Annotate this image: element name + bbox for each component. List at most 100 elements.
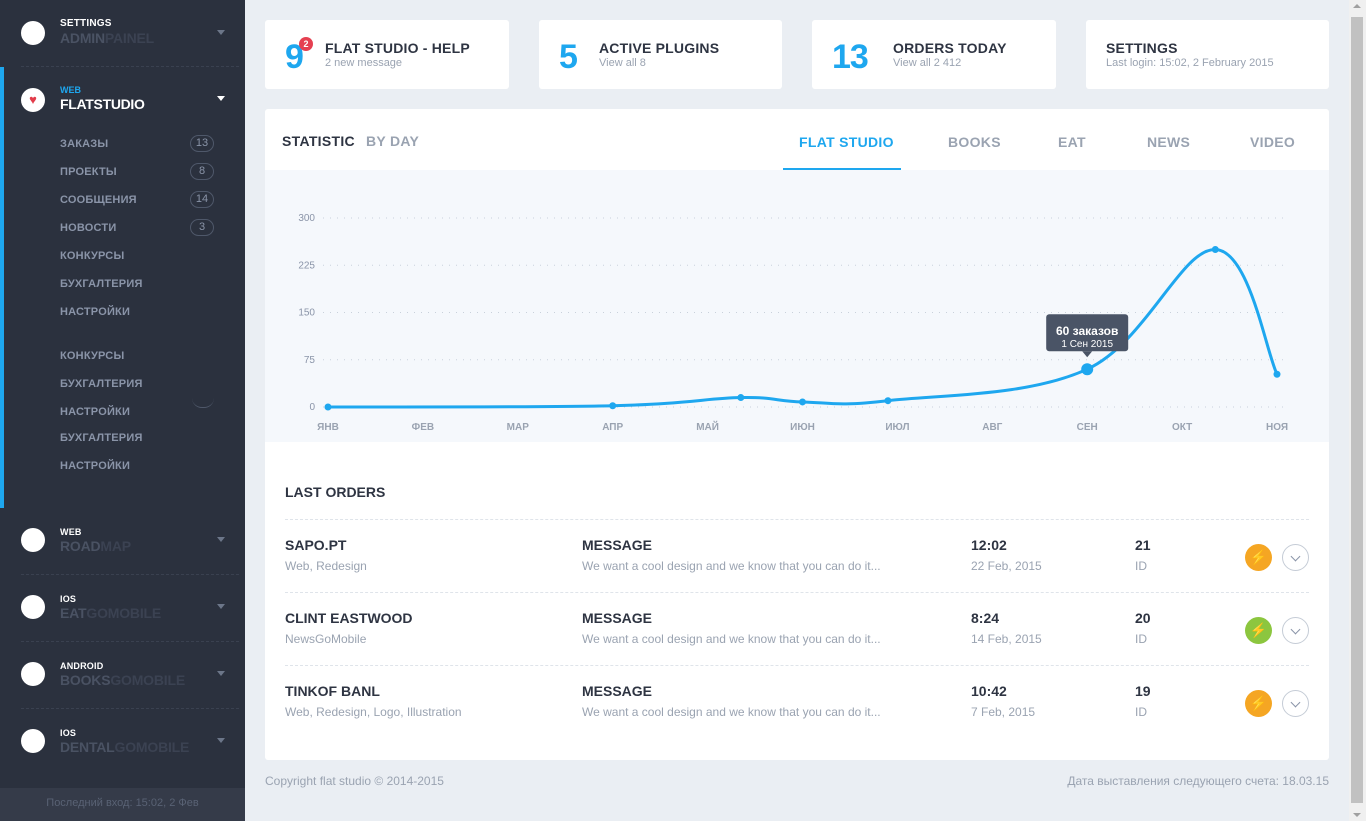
tab-flat-studio[interactable]: FLAT STUDIO [799, 134, 894, 150]
scroll-thumb[interactable] [1351, 17, 1363, 803]
order-id-label: ID [1135, 559, 1147, 573]
group-category: SETTINGS [60, 18, 112, 29]
divider [285, 592, 1309, 593]
data-point [609, 402, 617, 410]
data-point [799, 398, 806, 406]
chevron-down-icon[interactable] [1282, 617, 1309, 644]
lightning-icon[interactable]: ⚡ [1245, 544, 1272, 571]
sidebar-group-roadmap[interactable]: WEB ROADMAP [0, 508, 245, 575]
sidebar-item-accounting[interactable]: БУХГАЛТЕРИЯ [60, 278, 143, 290]
sidebar-item-accounting[interactable]: БУХГАЛТЕРИЯ [60, 378, 143, 390]
chevron-down-icon[interactable] [1282, 690, 1309, 717]
card-title: ACTIVE PLUGINS [599, 40, 720, 56]
sidebar-item-projects[interactable]: ПРОЕКТЫ [60, 166, 117, 178]
data-point [1211, 246, 1219, 253]
orders-today-card[interactable]: 13 ORDERS TODAY View all 2 412 [812, 20, 1056, 89]
highlighted-data-point [1081, 363, 1094, 376]
card-subtitle[interactable]: 2 new message [325, 57, 402, 69]
copyright: Copyright flat studio © 2014-2015 [265, 774, 444, 788]
plugins-card[interactable]: 5 ACTIVE PLUGINS View all 8 [539, 20, 782, 89]
tooltip-subtitle: 1 Сен 2015 [1061, 339, 1113, 350]
group-category: WEB [60, 527, 82, 537]
scroll-down-arrow-icon[interactable] [1353, 813, 1361, 817]
order-row[interactable]: CLINT EASTWOOD NewsGoMobile MESSAGE We w… [265, 600, 1329, 673]
last-login-footer: Последний вход: 15:02, 2 Фев [0, 788, 245, 821]
y-tick-label: 75 [304, 355, 316, 366]
order-row[interactable]: TINKOF BANL Web, Redesign, Logo, Illustr… [265, 673, 1329, 746]
sidebar-group-eatgomobile[interactable]: IOS EATGOMOBILE [0, 575, 245, 642]
order-id-label: ID [1135, 705, 1147, 719]
lightning-icon[interactable]: ⚡ [1245, 690, 1272, 717]
sidebar-group-dentalgomobile[interactable]: IOS DENTALGOMOBILE [0, 709, 245, 776]
scroll-up-arrow-icon[interactable] [1353, 4, 1361, 8]
x-tick-label: ИЮН [790, 422, 815, 433]
chevron-down-icon[interactable] [217, 96, 225, 101]
order-row[interactable]: SAPO.PT Web, Redesign MESSAGE We want a … [265, 527, 1329, 600]
message-heading: MESSAGE [582, 610, 653, 626]
chevron-down-icon [217, 30, 225, 35]
card-subtitle[interactable]: View all 8 [599, 57, 646, 69]
sidebar-item-settings[interactable]: НАСТРОЙКИ [60, 460, 130, 472]
sidebar-item-accounting[interactable]: БУХГАЛТЕРИЯ [60, 432, 143, 444]
card-subtitle: Last login: 15:02, 2 February 2015 [1106, 57, 1274, 69]
settings-card[interactable]: SETTINGS Last login: 15:02, 2 February 2… [1086, 20, 1329, 89]
x-tick-label: ОКТ [1172, 422, 1192, 433]
sidebar-item-messages[interactable]: СООБЩЕНИЯ [60, 194, 137, 206]
chevron-down-icon [217, 738, 225, 743]
tab-eat[interactable]: EAT [1058, 134, 1086, 150]
sidebar-item-news[interactable]: НОВОСТИ [60, 222, 116, 234]
y-tick-label: 300 [298, 213, 315, 224]
order-date: 22 Feb, 2015 [971, 559, 1042, 573]
sidebar-item-contests[interactable]: КОНКУРСЫ [60, 250, 124, 262]
data-point [324, 403, 332, 411]
client-tags: Web, Redesign [285, 559, 367, 573]
count-badge: 14 [190, 191, 214, 208]
orders-count: 13 [832, 38, 869, 76]
message-preview: We want a cool design and we know that y… [582, 632, 881, 646]
sidebar-item-orders[interactable]: ЗАКАЗЫ [60, 138, 108, 150]
tab-books[interactable]: BOOKS [948, 134, 1001, 150]
group-title: ROADMAP [60, 538, 131, 554]
x-tick-label: АВГ [982, 422, 1002, 433]
group-category: ANDROID [60, 661, 104, 671]
message-preview: We want a cool design and we know that y… [582, 705, 881, 719]
data-point [737, 394, 745, 402]
tab-video[interactable]: VIDEO [1250, 134, 1295, 150]
chevron-down-icon[interactable] [1282, 544, 1309, 571]
divider [285, 519, 1309, 520]
y-tick-label: 0 [309, 402, 315, 413]
sidebar-item-settings[interactable]: НАСТРОЙКИ [60, 306, 130, 318]
sidebar-group-admin-painel[interactable]: SETTINGS ADMINPAINEL [0, 0, 245, 67]
x-tick-label: ИЮЛ [885, 422, 909, 433]
client-name: TINKOF BANL [285, 683, 380, 699]
sidebar-item-settings[interactable]: НАСТРОЙКИ [60, 406, 130, 418]
group-category: IOS [60, 728, 77, 738]
tab-news[interactable]: NEWS [1147, 134, 1190, 150]
sidebar-item-contests[interactable]: КОНКУРСЫ [60, 350, 124, 362]
group-category: IOS [60, 594, 77, 604]
count-badge: 3 [190, 219, 214, 236]
lightning-icon[interactable]: ⚡ [1245, 617, 1272, 644]
order-time: 12:02 [971, 537, 1007, 553]
scrollbar[interactable] [1349, 0, 1366, 821]
group-title: BOOKSGOMOBILE [60, 672, 185, 688]
message-heading: MESSAGE [582, 683, 653, 699]
message-heading: MESSAGE [582, 537, 653, 553]
x-tick-label: СЕН [1077, 422, 1098, 433]
statistic-label: STATISTIC [282, 133, 355, 149]
chevron-down-icon [217, 604, 225, 609]
group-title[interactable]: FLATSTUDIO [60, 96, 145, 112]
sidebar-group-booksgomobile[interactable]: ANDROID BOOKSGOMOBILE [0, 642, 245, 709]
card-subtitle[interactable]: View all 2 412 [893, 57, 961, 69]
group-circle-icon [21, 21, 45, 45]
x-tick-label: АПР [602, 422, 623, 433]
active-indicator [0, 67, 4, 508]
series-line [326, 247, 1279, 409]
help-card[interactable]: 9 2 FLAT STUDIO - HELP 2 new message [265, 20, 509, 89]
by-day-toggle[interactable]: BY DAY [366, 133, 419, 149]
x-tick-label: МАЙ [696, 420, 719, 433]
count-badge: 13 [190, 135, 214, 152]
group-circle-icon [21, 595, 45, 619]
tooltip-title: 60 заказов [1056, 324, 1118, 338]
order-id-label: ID [1135, 632, 1147, 646]
